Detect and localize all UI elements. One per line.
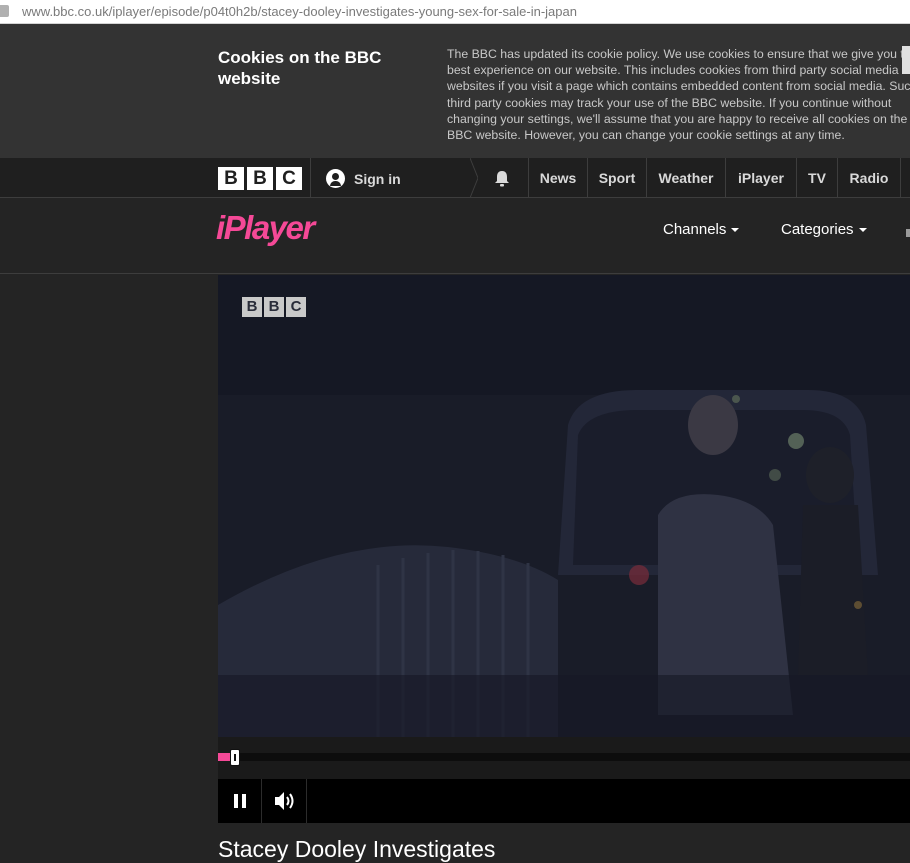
chevron-down-icon — [731, 227, 740, 232]
nav-link-iplayer[interactable]: iPlayer — [726, 158, 796, 198]
video-bbc-watermark: B B C — [242, 297, 306, 317]
watermark-letter: B — [264, 297, 284, 317]
player-controls — [218, 779, 910, 823]
bbc-global-nav: B B C Sign in News Sport Weather iPlayer… — [0, 158, 910, 198]
cookie-text-line: changing your settings, we'll assume tha… — [447, 111, 908, 126]
nav-link-radio[interactable]: Radio — [838, 158, 900, 198]
notifications-bell-icon[interactable] — [493, 170, 511, 187]
pause-bar — [242, 794, 246, 808]
progress-scrubber-handle[interactable] — [230, 749, 240, 766]
bbc-logo-letter: B — [247, 167, 273, 190]
iplayer-logo[interactable]: iPlayer — [216, 209, 315, 247]
cookie-banner-title: Cookies on the BBC website — [218, 48, 382, 88]
playback-progress — [218, 737, 910, 779]
cookie-banner-text: The BBC has updated its cookie policy. W… — [447, 46, 910, 143]
nav-divider — [900, 158, 901, 198]
channels-menu-label: Channels — [663, 221, 727, 238]
categories-menu[interactable]: Categories — [781, 221, 867, 238]
bbc-logo-letter: B — [218, 167, 244, 190]
bbc-logo[interactable]: B B C — [218, 167, 302, 190]
browser-address-bar[interactable]: www.bbc.co.uk/iplayer/episode/p04t0h2b/s… — [0, 0, 910, 24]
watermark-letter: C — [286, 297, 306, 317]
page-icon — [0, 5, 9, 17]
url-text[interactable]: www.bbc.co.uk/iplayer/episode/p04t0h2b/s… — [22, 4, 577, 19]
video-player[interactable]: B B C — [218, 275, 910, 737]
nav-arrow-divider — [470, 158, 478, 198]
iplayer-header: iPlayer Channels Categories — [0, 199, 910, 274]
volume-icon — [275, 792, 294, 810]
cookie-scrollbar[interactable] — [902, 46, 910, 74]
sign-in-label: Sign in — [354, 170, 401, 187]
cookie-text-line: websites if you visit a page which conta… — [447, 79, 910, 94]
watermark-letter: B — [242, 297, 262, 317]
cookie-text-line: The BBC has updated its cookie policy. W… — [447, 47, 910, 61]
header-edge-glyph — [906, 229, 910, 237]
pause-button[interactable] — [218, 779, 262, 823]
cookie-banner: Cookies on the BBC website The BBC has u… — [0, 24, 910, 158]
bbc-logo-letter: C — [276, 167, 302, 190]
nav-link-tv[interactable]: TV — [797, 158, 837, 198]
cookie-text-line: BBC website. However, you can change you… — [447, 128, 845, 143]
nav-link-weather[interactable]: Weather — [647, 158, 725, 198]
user-icon — [326, 169, 345, 188]
nav-divider — [310, 158, 311, 198]
cookie-text-line: best experience on our website. This inc… — [447, 63, 899, 78]
volume-button[interactable] — [263, 779, 307, 823]
channels-menu[interactable]: Channels — [663, 221, 740, 238]
nav-link-news[interactable]: News — [529, 158, 587, 198]
cookie-text-line: third party cookies may track your use o… — [447, 95, 892, 110]
progress-track[interactable] — [218, 753, 910, 761]
pause-bar — [234, 794, 238, 808]
video-frame — [218, 275, 910, 737]
chevron-down-icon — [858, 227, 867, 232]
nav-link-sport[interactable]: Sport — [588, 158, 646, 198]
sign-in-link[interactable]: Sign in — [326, 169, 401, 188]
categories-menu-label: Categories — [781, 221, 854, 238]
